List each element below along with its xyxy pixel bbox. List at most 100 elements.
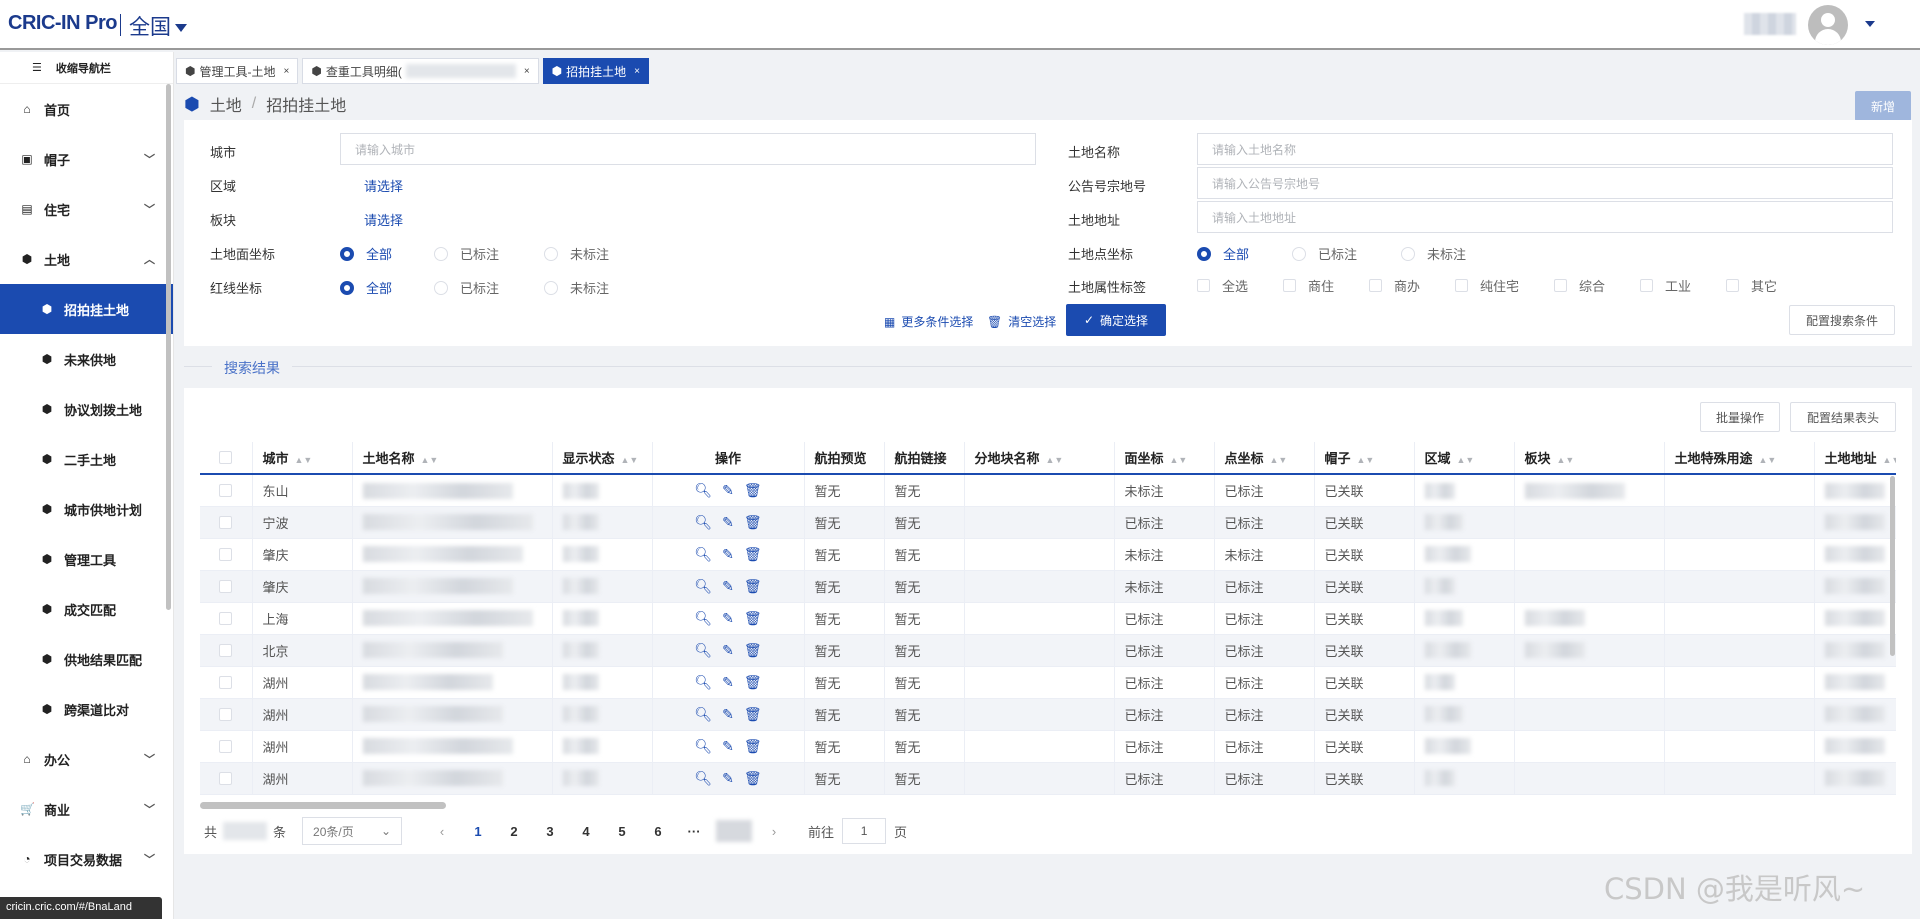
search-icon[interactable]: 🔍︎ (694, 642, 712, 659)
delete-icon[interactable]: 🗑 (744, 514, 762, 531)
table-row[interactable]: 宁波 🔍︎ ✎ 🗑 暂无 暂无 已标注 已标注 已关联 (200, 506, 1896, 539)
close-icon[interactable]: × (634, 66, 640, 77)
sidebar-item[interactable]: ⬢ 未来供地 (0, 334, 173, 384)
search-icon[interactable]: 🔍︎ (694, 706, 712, 723)
row-checkbox[interactable] (200, 666, 253, 699)
table-row[interactable]: 湖州 🔍︎ ✎ 🗑 暂无 暂无 已标注 已标注 已关联 (200, 666, 1896, 699)
area-select-link[interactable]: 请选择 (364, 176, 403, 195)
page-4[interactable]: 4 (568, 824, 604, 839)
city-input[interactable]: 请输入城市 (340, 133, 1036, 165)
more-conditions-link[interactable]: ▦ 更多条件选择 (884, 313, 973, 330)
col-surface-coord[interactable]: 面坐标 ▲▼ (1114, 442, 1215, 475)
surface-coord-marked-radio[interactable]: 已标注 (434, 244, 499, 263)
sidebar-item[interactable]: ⬢ 招拍挂土地 (0, 284, 173, 334)
sidebar-item[interactable]: ⬢ 二手土地 (0, 434, 173, 484)
page-2[interactable]: 2 (496, 824, 532, 839)
search-icon[interactable]: 🔍︎ (694, 546, 712, 563)
table-row[interactable]: 北京 🔍︎ ✎ 🗑 暂无 暂无 已标注 已标注 已关联 (200, 634, 1896, 667)
clear-selection-link[interactable]: 🗑 清空选择 (987, 313, 1056, 330)
app-logo[interactable]: CRIC-IN Pro (8, 12, 117, 35)
row-checkbox[interactable] (200, 762, 253, 795)
prev-page-button[interactable]: ‹ (424, 824, 460, 839)
page-ellipsis[interactable]: ··· (676, 824, 712, 839)
sidebar-item[interactable]: ⌂ 办公 ﹀ (0, 734, 173, 784)
last-page-redacted[interactable] (716, 820, 753, 842)
close-icon[interactable]: × (283, 66, 289, 77)
table-row[interactable]: 湖州 🔍︎ ✎ 🗑 暂无 暂无 已标注 已标注 已关联 (200, 762, 1896, 795)
tab-management-tool[interactable]: ⬢ 管理工具-土地 × (176, 58, 299, 84)
sidebar-collapse-button[interactable]: ☰ 收缩导航栏 (0, 52, 173, 84)
point-coord-marked-radio[interactable]: 已标注 (1292, 244, 1357, 263)
edit-icon[interactable]: ✎ (722, 738, 734, 755)
surface-coord-unmarked-radio[interactable]: 未标注 (544, 244, 609, 263)
sidebar-item[interactable]: ⬢ 协议划拨土地 (0, 384, 173, 434)
edit-icon[interactable]: ✎ (722, 482, 734, 499)
delete-icon[interactable]: 🗑 (744, 642, 762, 659)
delete-icon[interactable]: 🗑 (744, 674, 762, 691)
col-sub-plot-name[interactable]: 分地块名称 ▲▼ (964, 442, 1115, 475)
page-3[interactable]: 3 (532, 824, 568, 839)
page-1[interactable]: 1 (460, 824, 496, 839)
delete-icon[interactable]: 🗑 (744, 578, 762, 595)
next-page-button[interactable]: › (756, 824, 792, 839)
sidebar-item[interactable]: ▣ 帽子 ﹀ (0, 134, 173, 184)
sidebar-item[interactable]: ▤ 住宅 ﹀ (0, 184, 173, 234)
confirm-selection-button[interactable]: ✓ 确定选择 (1066, 304, 1166, 336)
edit-icon[interactable]: ✎ (722, 642, 734, 659)
tab-duplicate-check[interactable]: ⬢ 查重工具明细( × (302, 58, 539, 84)
delete-icon[interactable]: 🗑 (744, 610, 762, 627)
row-checkbox[interactable] (200, 474, 253, 507)
select-all-checkbox[interactable] (200, 442, 253, 475)
surface-coord-all-radio[interactable]: 全部 (340, 244, 392, 263)
col-special-use[interactable]: 土地特殊用途 ▲▼ (1664, 442, 1815, 475)
sidebar-item[interactable]: ⬢ 成交匹配 (0, 584, 173, 634)
edit-icon[interactable]: ✎ (722, 674, 734, 691)
config-search-button[interactable]: 配置搜索条件 (1789, 305, 1895, 335)
config-table-header-button[interactable]: 配置结果表头 (1790, 402, 1896, 432)
notice-no-input[interactable]: 请输入公告号宗地号 (1197, 167, 1893, 199)
search-icon[interactable]: 🔍︎ (694, 610, 712, 627)
sidebar-scrollbar[interactable] (166, 84, 171, 610)
page-6[interactable]: 6 (640, 824, 676, 839)
tag-pure-residential-checkbox[interactable]: 纯住宅 (1455, 276, 1519, 295)
row-checkbox[interactable] (200, 506, 253, 539)
edit-icon[interactable]: ✎ (722, 578, 734, 595)
row-checkbox[interactable] (200, 602, 253, 635)
delete-icon[interactable]: 🗑 (744, 770, 762, 787)
tag-mixed-checkbox[interactable]: 综合 (1554, 276, 1605, 295)
search-icon[interactable]: 🔍︎ (694, 482, 712, 499)
table-row[interactable]: 肇庆 🔍︎ ✎ 🗑 暂无 暂无 未标注 未标注 已关联 (200, 538, 1896, 571)
table-row[interactable]: 湖州 🔍︎ ✎ 🗑 暂无 暂无 已标注 已标注 已关联 (200, 698, 1896, 731)
tag-industrial-checkbox[interactable]: 工业 (1640, 276, 1691, 295)
page-5[interactable]: 5 (604, 824, 640, 839)
search-icon[interactable]: 🔍︎ (694, 514, 712, 531)
table-row[interactable]: 湖州 🔍︎ ✎ 🗑 暂无 暂无 已标注 已标注 已关联 (200, 730, 1896, 763)
close-icon[interactable]: × (524, 66, 530, 77)
delete-icon[interactable]: 🗑 (744, 546, 762, 563)
sidebar-item[interactable]: ◔ 项目交易数据 ﹀ (0, 834, 173, 884)
land-addr-input[interactable]: 请输入土地地址 (1197, 201, 1893, 233)
goto-page-input[interactable]: 1 (842, 818, 887, 844)
redline-coord-all-radio[interactable]: 全部 (340, 278, 392, 297)
search-icon[interactable]: 🔍︎ (694, 578, 712, 595)
row-checkbox[interactable] (200, 570, 253, 603)
delete-icon[interactable]: 🗑 (744, 738, 762, 755)
edit-icon[interactable]: ✎ (722, 770, 734, 787)
breadcrumb-root[interactable]: 土地 (210, 92, 242, 116)
sidebar-item[interactable]: ⬢ 跨渠道比对 (0, 684, 173, 734)
row-checkbox[interactable] (200, 698, 253, 731)
sidebar-item[interactable]: ⌂ 首页 (0, 84, 173, 134)
col-display-status[interactable]: 显示状态 ▲▼ (552, 442, 653, 475)
edit-icon[interactable]: ✎ (722, 706, 734, 723)
search-icon[interactable]: 🔍︎ (694, 738, 712, 755)
col-city[interactable]: 城市 ▲▼ (252, 442, 353, 475)
sidebar-item[interactable]: ⬢ 城市供地计划 (0, 484, 173, 534)
sidebar-item[interactable]: ⬢ 土地 ︿ (0, 234, 173, 284)
search-icon[interactable]: 🔍︎ (694, 674, 712, 691)
row-checkbox[interactable] (200, 538, 253, 571)
batch-operation-button[interactable]: 批量操作 (1700, 402, 1780, 432)
tag-all-checkbox[interactable]: 全选 (1197, 276, 1248, 295)
new-button[interactable]: 新增 (1855, 91, 1911, 121)
sidebar-item[interactable]: ⬢ 管理工具 (0, 534, 173, 584)
region-selector[interactable]: 全国 (129, 11, 187, 41)
